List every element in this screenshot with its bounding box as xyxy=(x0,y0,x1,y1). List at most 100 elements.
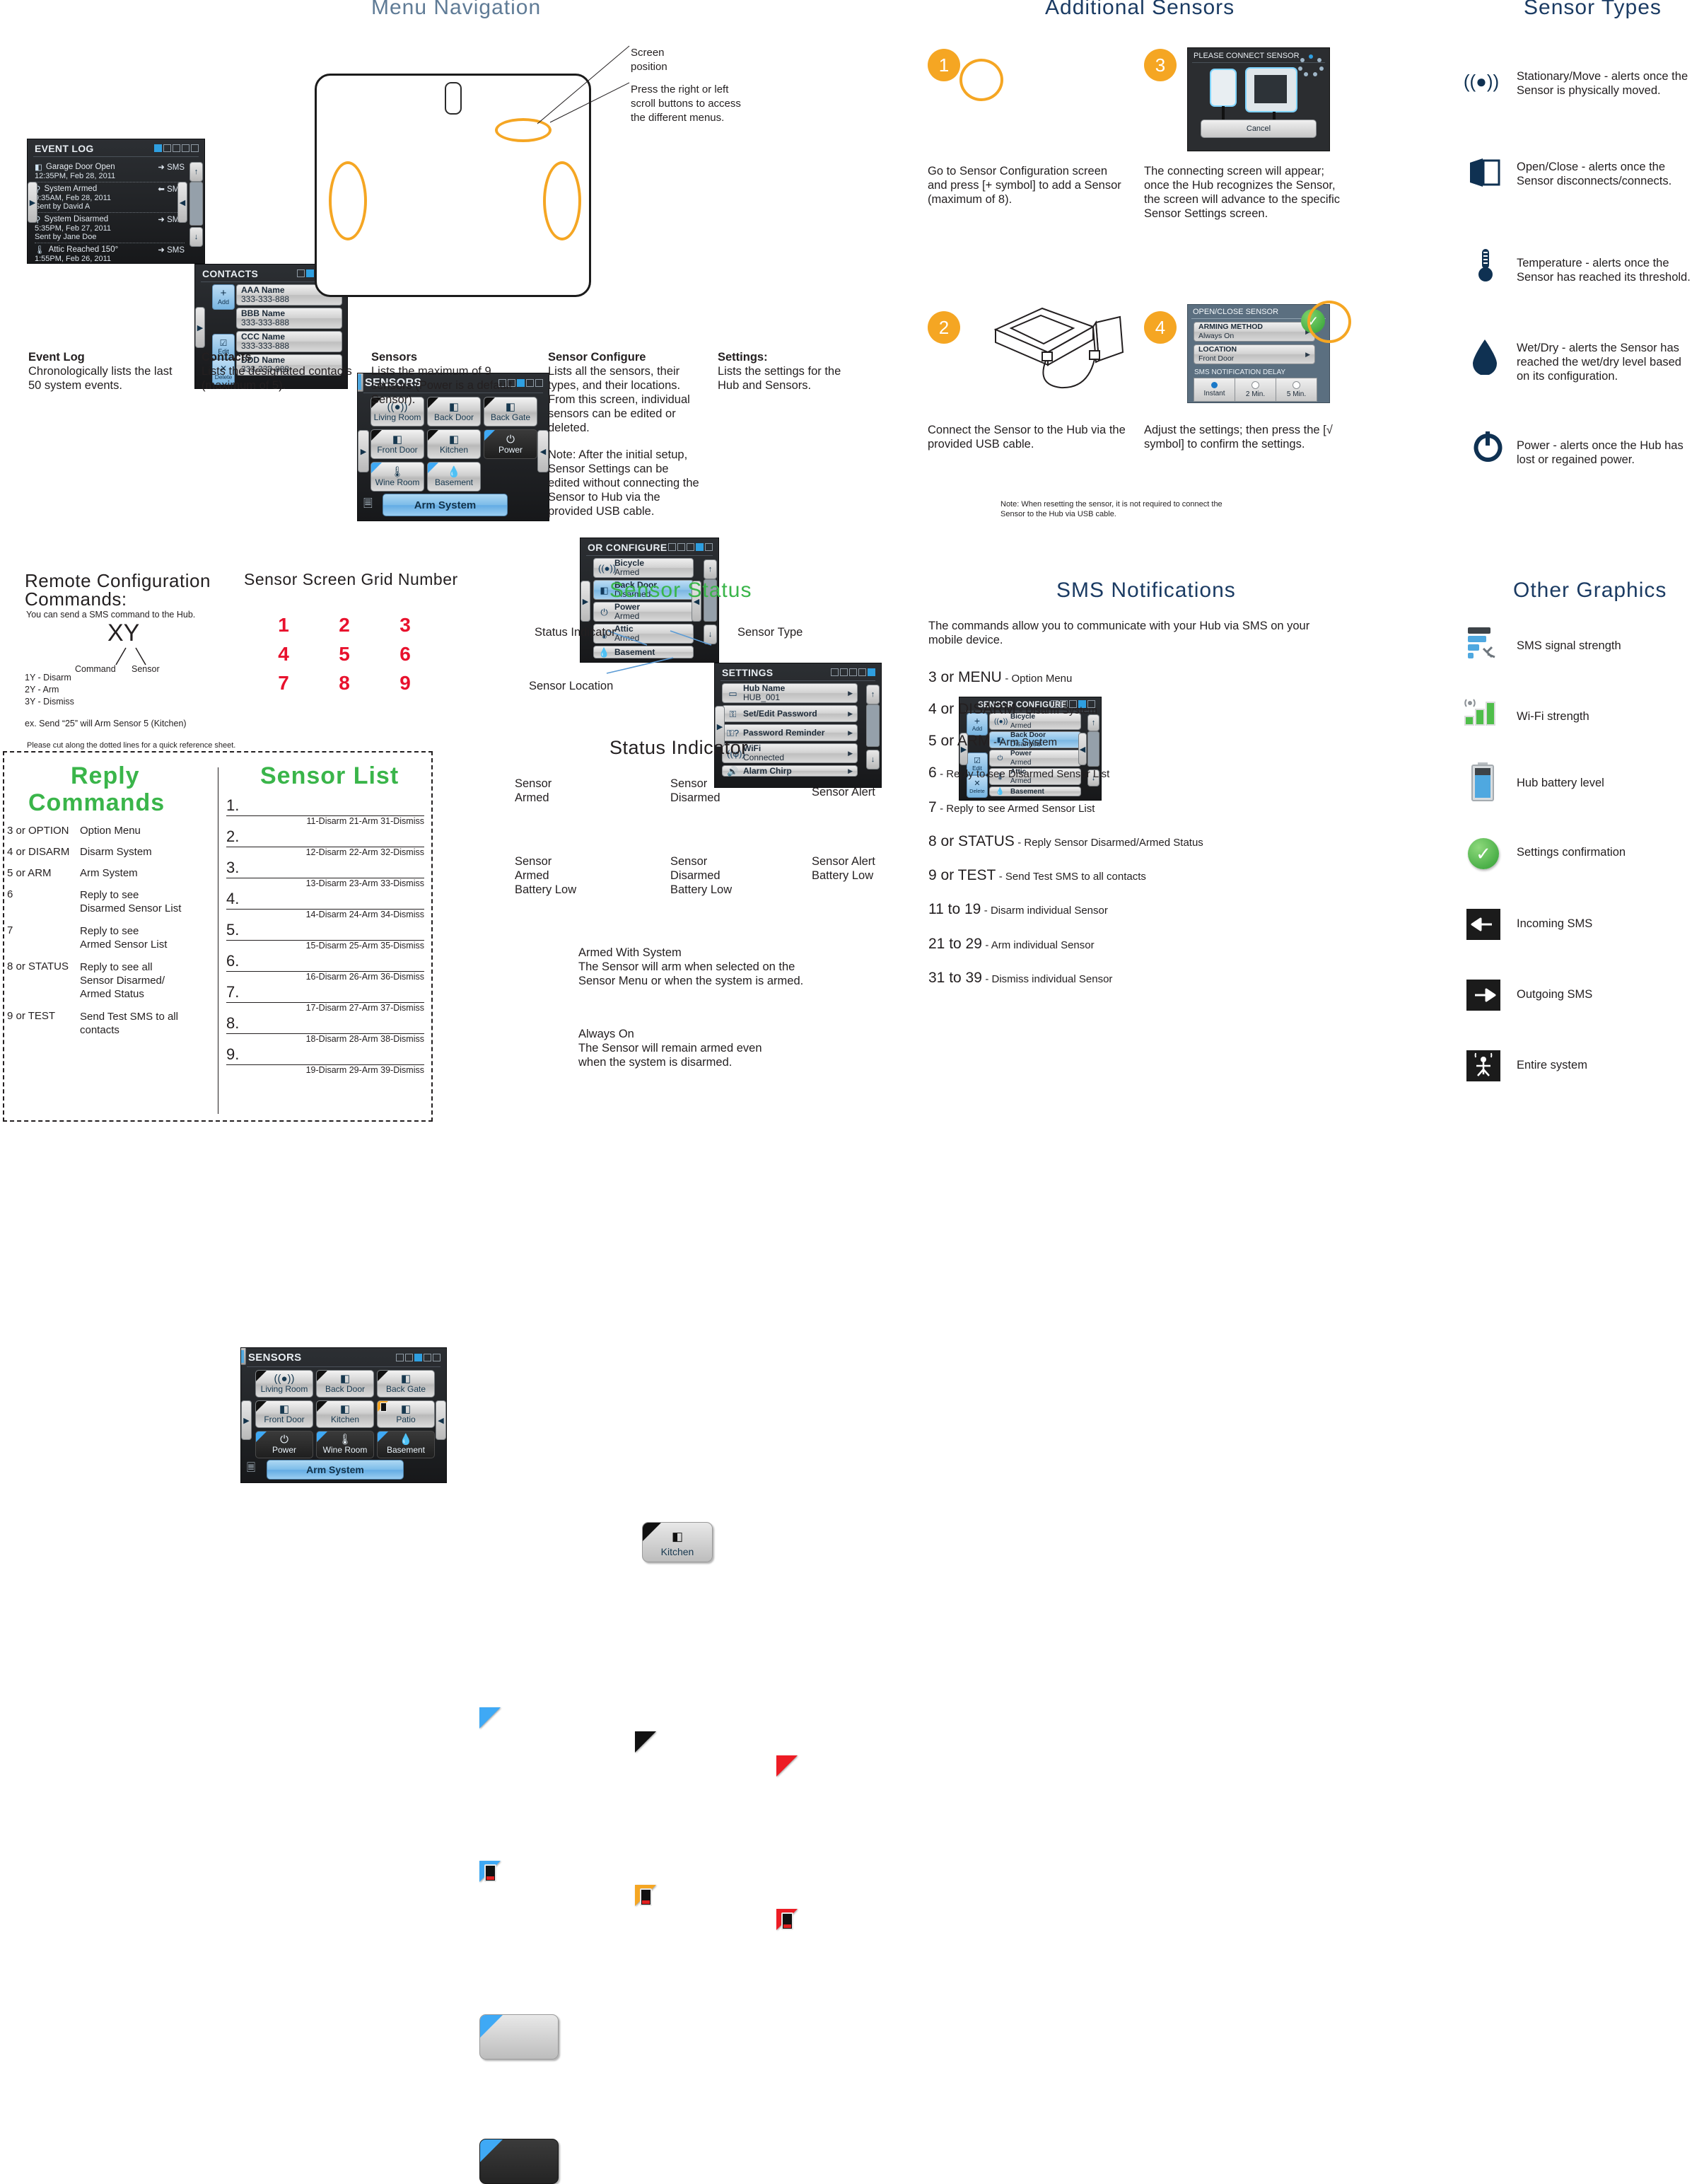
grid-number: 5 xyxy=(339,642,350,665)
status-label: Sensor Alert xyxy=(812,786,875,798)
row-value: Always On xyxy=(1198,332,1235,340)
scroll-left-button[interactable]: ▶ xyxy=(358,430,369,472)
sms-description: - Reply Sensor Disarmed/Armed Status xyxy=(1017,837,1203,849)
delay-option-2min[interactable]: 2 Min. xyxy=(1235,378,1276,402)
scroll-left-button[interactable]: ▶ xyxy=(580,581,590,622)
contacts-add-button[interactable]: + Add xyxy=(212,284,235,310)
row-label: ARMING METHOD xyxy=(1198,323,1263,331)
arm-system-button[interactable]: Arm System xyxy=(383,494,508,516)
list-item[interactable]: ⚲ System Disarmed ➜ SMS 5:35PM, Feb 27, … xyxy=(35,213,185,243)
label-command: Command xyxy=(75,664,116,674)
list-item[interactable]: ◧ Garage Door Open ➜ SMS 12:35PM, Feb 28… xyxy=(35,161,185,182)
key-icon: ⚿ xyxy=(729,708,737,719)
scroll-right-button[interactable]: ◀ xyxy=(537,430,549,472)
cancel-button[interactable]: Cancel xyxy=(1201,120,1317,138)
list-item[interactable]: ⚲ System Armed ⬅ SMS 9:35AM, Feb 28, 201… xyxy=(35,182,185,213)
sensor-list-number: 9. xyxy=(226,1045,424,1065)
contact-row[interactable]: CCC Name 333-333-888 xyxy=(236,331,342,352)
battery-low-icon xyxy=(380,1402,387,1412)
contact-row[interactable]: BBB Name 333-333-888 xyxy=(236,308,342,329)
stationary-move-icon: ((●)) xyxy=(1463,71,1500,92)
sensor-state: Armed xyxy=(614,611,640,621)
step-number-1: 1 xyxy=(928,49,960,81)
status-label: Sensor Armed Battery Low xyxy=(515,855,577,896)
event-time: 1:55PM, Feb 26, 2011 xyxy=(35,255,112,263)
sensor-tile[interactable]: 💧 Basement xyxy=(377,1431,435,1458)
sensor-grid-screen[interactable]: SENSORS ((●)) Living Room ◧ Back Door ◧ Bac… xyxy=(240,1347,447,1483)
arming-mode-always-on: Always On The Sensor will remain armed e… xyxy=(578,1027,812,1069)
reply-desc: Reply to see Armed Sensor List xyxy=(80,925,168,951)
sms-intro: The commands allow you to communicate wi… xyxy=(928,620,1310,646)
sensor-status-example-tile[interactable]: ◧ Kitchen xyxy=(642,1522,713,1562)
sms-command: 3 or MENU xyxy=(928,669,1002,685)
event-time: 5:35PM, Feb 27, 2011 xyxy=(35,224,112,233)
scrollbar-thumb[interactable] xyxy=(189,182,203,226)
delay-options[interactable]: Instant 2 Min. 5 Min. xyxy=(1194,378,1317,402)
cut-note: Please cut along the dotted lines for a … xyxy=(27,741,236,750)
open-close-icon: ◧ xyxy=(400,1373,412,1385)
sensor-list-number: 1. xyxy=(226,796,424,816)
scrollbar-thumb[interactable] xyxy=(866,704,880,747)
sensor-list[interactable]: ((●)) Bicycle Armed ◧ Back Door Disarmed ⏻ Po… xyxy=(989,713,1081,796)
sms-command: 21 to 29 xyxy=(928,936,982,952)
sensor-tile[interactable]: ◧ Front Door xyxy=(255,1400,313,1428)
event-log-list[interactable]: ◧ Garage Door Open ➜ SMS 12:35PM, Feb 28… xyxy=(35,161,185,263)
sensor-tile[interactable]: ⏻ Power xyxy=(255,1431,313,1458)
sensor-tile[interactable]: 🌡 Wine Room xyxy=(371,462,424,492)
sensor-tile[interactable]: ◧ Back Door xyxy=(316,1370,374,1398)
arm-system-button[interactable]: Arm System xyxy=(267,1460,404,1480)
scroll-right-button[interactable]: ◀ xyxy=(436,1400,446,1440)
event-log-screen[interactable]: EVENT LOG ◧ Garage Door Open ➜ SMS 12:35… xyxy=(27,139,205,264)
sensor-tile[interactable]: 🌡 Wine Room xyxy=(316,1431,374,1458)
scrollbar-thumb[interactable] xyxy=(1087,731,1099,767)
sensor-tile-grid[interactable]: ((●)) Living Room ◧ Back Door ◧ Back Gate ◧… xyxy=(371,397,537,492)
delay-option-instant[interactable]: Instant xyxy=(1194,378,1235,402)
sensor-list-codes: 15-Disarm 25-Arm 35-Dismiss xyxy=(305,941,424,951)
menu-navigation-heading: Menu Navigation xyxy=(371,0,542,19)
scroll-left-button[interactable]: ▶ xyxy=(241,1400,252,1440)
scroll-up-button[interactable]: ↑ xyxy=(704,559,717,579)
sensor-config-row[interactable]: ((●)) Bicycle Armed xyxy=(593,558,694,578)
remote-example: ex. Send “25” will Arm Sensor 5 (Kitchen… xyxy=(25,719,187,728)
scroll-up-button[interactable]: ↑ xyxy=(866,685,880,704)
scroll-right-button[interactable]: ◀ xyxy=(177,182,187,223)
scroll-down-button[interactable]: ↓ xyxy=(189,227,203,247)
sensor-tile[interactable]: 💧 Basement xyxy=(427,462,481,492)
scroll-up-button[interactable]: ↑ xyxy=(189,162,203,182)
connect-sensor-screen[interactable]: PLEASE CONNECT SENSOR Cancel xyxy=(1187,47,1330,151)
sensor-config-row[interactable]: ⏻ Power Armed xyxy=(593,602,694,622)
location-row[interactable]: LOCATION Front Door ▶ xyxy=(1194,344,1315,364)
event-name: System Armed xyxy=(44,185,98,193)
arming-mode-title: Always On xyxy=(578,1028,634,1040)
sensor-configure-title: OR CONFIGURE xyxy=(588,542,667,553)
sensor-tile[interactable]: ⏻ Power xyxy=(484,429,537,459)
sensor-tile[interactable]: ◧ Back Gate xyxy=(377,1370,435,1398)
settings-row-password[interactable]: ⚿ Set/Edit Password ▶ xyxy=(722,705,858,722)
sensor-tile[interactable]: ◧ Front Door xyxy=(371,429,424,459)
scroll-left-button[interactable]: ▶ xyxy=(195,307,205,348)
sensor-tile[interactable]: ◧ Patio xyxy=(377,1400,435,1428)
list-item[interactable]: 🌡 Attic Reached 150° ➜ SMS 1:55PM, Feb 2… xyxy=(35,243,185,263)
scroll-right-button[interactable]: ◀ xyxy=(1078,733,1087,765)
sensor-tile[interactable]: ◧ Kitchen xyxy=(316,1400,374,1428)
sensor-config-row[interactable]: 💧 Basement xyxy=(989,786,1081,796)
scroll-left-button[interactable]: ▶ xyxy=(28,182,37,223)
add-label: Add xyxy=(217,298,229,306)
description-body: Lists the maximum of 9 sensors (Power is… xyxy=(371,365,513,406)
sensor-grid-tiles[interactable]: ((●)) Living Room ◧ Back Door ◧ Back Gate ◧… xyxy=(255,1370,435,1458)
sensor-list-number: 4. xyxy=(226,890,424,910)
plus-icon: + xyxy=(220,287,227,299)
settings-row-alarm-chirp[interactable]: 🔊 Alarm Chirp ▶ xyxy=(722,765,858,777)
sensor-list-codes: 17-Disarm 27-Arm 37-Dismiss xyxy=(305,1003,424,1013)
delay-option-label: 5 Min. xyxy=(1286,390,1307,398)
open-close-icon: ◧ xyxy=(35,163,42,172)
sensor-tile[interactable]: ((●)) Living Room xyxy=(255,1370,313,1398)
scroll-down-button[interactable]: ↓ xyxy=(866,750,880,769)
sensor-tile[interactable]: ◧ Kitchen xyxy=(427,429,481,459)
sensor-type-text: Open/Close - alerts once the Sensor disc… xyxy=(1517,161,1672,187)
delay-option-5min[interactable]: 5 Min. xyxy=(1276,378,1317,402)
radio-selected-icon xyxy=(1211,382,1218,388)
arming-method-row[interactable]: ARMING METHODAlways On▶ xyxy=(1194,322,1315,342)
settings-list[interactable]: ▭ Hub Name HUB_001 ▶ ⚿ Set/Edit Password ▶ ⚿?… xyxy=(722,683,858,777)
description-event-log: Event Log Chronologically lists the last… xyxy=(28,350,187,393)
